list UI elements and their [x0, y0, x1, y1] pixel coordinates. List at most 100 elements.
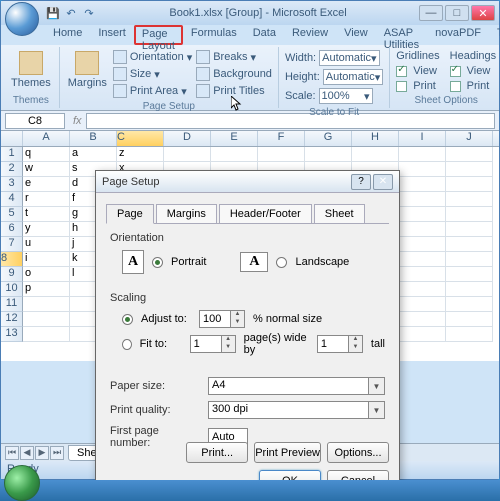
close-button[interactable]: ✕ — [471, 5, 495, 21]
cell[interactable]: p — [23, 282, 70, 297]
save-icon[interactable]: 💾 — [45, 5, 61, 21]
dialog-tab-margins[interactable]: Margins — [156, 204, 217, 224]
cell[interactable] — [399, 222, 446, 237]
fit-wide-spinner[interactable]: ▲▼ — [190, 335, 236, 353]
tab-page-layout[interactable]: Page Layout — [134, 25, 183, 45]
row-head[interactable]: 2 — [1, 162, 23, 177]
name-box[interactable]: C8 — [5, 113, 65, 129]
prev-sheet-button[interactable]: ◀ — [20, 446, 34, 460]
last-sheet-button[interactable]: ⏭ — [50, 446, 64, 460]
cell[interactable] — [446, 147, 493, 162]
cell[interactable] — [399, 192, 446, 207]
height-combo[interactable]: Automatic▾ — [323, 69, 383, 85]
row-head[interactable]: 7 — [1, 237, 23, 252]
select-all[interactable] — [1, 131, 23, 146]
dialog-close-button[interactable]: ✕ — [373, 174, 393, 190]
cell[interactable]: i — [23, 252, 70, 267]
cell[interactable]: e — [23, 177, 70, 192]
cell[interactable] — [399, 267, 446, 282]
cell[interactable] — [211, 147, 258, 162]
orientation-button[interactable]: Orientation ▾ — [111, 49, 194, 65]
breaks-button[interactable]: Breaks ▾ — [194, 49, 274, 65]
print-quality-select[interactable]: 300 dpi▼ — [208, 401, 385, 419]
row-head[interactable]: 13 — [1, 327, 23, 342]
row-head[interactable]: 9 — [1, 267, 23, 282]
cell[interactable] — [305, 147, 352, 162]
maximize-button[interactable]: □ — [445, 5, 469, 21]
fit-tall-spinner[interactable]: ▲▼ — [317, 335, 363, 353]
cell[interactable]: q — [23, 147, 70, 162]
cell[interactable] — [399, 252, 446, 267]
cell[interactable] — [399, 207, 446, 222]
gridlines-view-check[interactable]: View — [394, 64, 441, 78]
start-button[interactable] — [4, 465, 40, 501]
cell[interactable] — [446, 297, 493, 312]
margins-button[interactable]: Margins — [64, 49, 111, 99]
row-head[interactable]: 4 — [1, 192, 23, 207]
tab-team[interactable]: Team — [489, 25, 500, 45]
col-head[interactable]: F — [258, 131, 305, 146]
row-head[interactable]: 12 — [1, 312, 23, 327]
cell[interactable] — [399, 237, 446, 252]
printtitles-button[interactable]: Print Titles — [194, 83, 274, 99]
tab-view[interactable]: View — [336, 25, 376, 45]
row-head[interactable]: 5 — [1, 207, 23, 222]
cell[interactable] — [446, 207, 493, 222]
col-head[interactable]: I — [399, 131, 446, 146]
landscape-radio[interactable] — [276, 257, 287, 268]
undo-icon[interactable]: ↶ — [63, 5, 79, 21]
cell[interactable] — [446, 162, 493, 177]
first-sheet-button[interactable]: ⏮ — [5, 446, 19, 460]
cell[interactable] — [446, 252, 493, 267]
cell[interactable] — [446, 312, 493, 327]
cell[interactable] — [23, 312, 70, 327]
scale-combo[interactable]: 100%▾ — [319, 88, 373, 104]
background-button[interactable]: Background — [194, 66, 274, 82]
themes-button[interactable]: Themes — [7, 49, 55, 91]
fx-icon[interactable]: fx — [73, 115, 82, 127]
cell[interactable] — [399, 297, 446, 312]
col-head[interactable]: A — [23, 131, 70, 146]
cell[interactable]: u — [23, 237, 70, 252]
cell[interactable] — [399, 162, 446, 177]
cell[interactable] — [446, 237, 493, 252]
col-head[interactable]: H — [352, 131, 399, 146]
tab-review[interactable]: Review — [284, 25, 336, 45]
gridlines-print-check[interactable]: Print — [394, 79, 441, 93]
col-head[interactable]: J — [446, 131, 493, 146]
row-head[interactable]: 11 — [1, 297, 23, 312]
adjust-spinner[interactable]: ▲▼ — [199, 310, 245, 328]
size-button[interactable]: Size ▾ — [111, 66, 194, 82]
cell[interactable] — [446, 177, 493, 192]
tab-home[interactable]: Home — [45, 25, 90, 45]
tab-novapdf[interactable]: novaPDF — [427, 25, 489, 45]
dialog-tab-sheet[interactable]: Sheet — [314, 204, 365, 224]
headings-view-check[interactable]: View — [448, 64, 498, 78]
cell[interactable] — [446, 222, 493, 237]
cell[interactable]: y — [23, 222, 70, 237]
headings-print-check[interactable]: Print — [448, 79, 498, 93]
next-sheet-button[interactable]: ▶ — [35, 446, 49, 460]
cell[interactable] — [23, 297, 70, 312]
redo-icon[interactable]: ↷ — [81, 5, 97, 21]
cell[interactable]: w — [23, 162, 70, 177]
cell[interactable] — [399, 177, 446, 192]
col-head[interactable]: C — [117, 131, 164, 146]
cell[interactable]: z — [117, 147, 164, 162]
dialog-tab-page[interactable]: Page — [106, 204, 154, 224]
row-head[interactable]: 8 — [1, 252, 23, 267]
cell[interactable] — [446, 192, 493, 207]
cell[interactable] — [164, 147, 211, 162]
cell[interactable] — [446, 267, 493, 282]
col-head[interactable]: B — [70, 131, 117, 146]
help-button[interactable]: ? — [351, 174, 371, 190]
row-head[interactable]: 3 — [1, 177, 23, 192]
cell[interactable]: o — [23, 267, 70, 282]
print-button[interactable]: Print... — [186, 442, 248, 463]
options-button[interactable]: Options... — [327, 442, 389, 463]
printarea-button[interactable]: Print Area ▾ — [111, 83, 194, 99]
col-head[interactable]: D — [164, 131, 211, 146]
tab-insert[interactable]: Insert — [90, 25, 134, 45]
cell[interactable] — [399, 147, 446, 162]
tab-formulas[interactable]: Formulas — [183, 25, 245, 45]
